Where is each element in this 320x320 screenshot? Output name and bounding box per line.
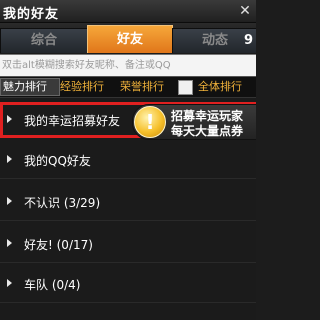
tab-overview[interactable]: 综合	[0, 28, 88, 53]
group-team[interactable]: 车队 (0/4)	[0, 266, 256, 303]
tab-friends-label: 好友	[116, 32, 143, 47]
tab-activity[interactable]: 动态 9	[172, 28, 256, 53]
search-input[interactable]	[2, 57, 252, 73]
activity-count-badge: 9	[243, 33, 253, 48]
recruit-promo-badge[interactable]: ! 招募幸运玩家 每天大量点券	[132, 104, 256, 140]
friends-panel: 我的好友 ✕ 综合 好友 动态 9 魅力排行 经验排行 荣誉排行 全体排行 我的…	[0, 0, 256, 320]
expand-arrow-icon	[7, 239, 12, 247]
group-friends[interactable]: 好友! (0/17)	[0, 226, 256, 263]
charm-rank-button[interactable]: 魅力排行	[0, 78, 60, 96]
ranking-bar: 魅力排行 经验排行 荣誉排行 全体排行	[0, 77, 256, 98]
window-title: 我的好友	[3, 7, 60, 22]
group-strangers[interactable]: 不认识 (3/29)	[0, 184, 256, 221]
all-rank-button[interactable]: 全体排行	[196, 79, 244, 95]
group-label: 车队 (0/4)	[24, 278, 81, 292]
close-icon[interactable]: ✕	[236, 0, 254, 22]
tab-activity-label: 动态	[201, 33, 228, 48]
expand-arrow-icon	[7, 279, 12, 287]
expand-arrow-icon	[7, 155, 12, 163]
exclamation-mark: !	[145, 110, 155, 134]
expand-arrow-icon	[7, 115, 12, 123]
all-rank-checkbox[interactable]	[178, 80, 193, 95]
tab-overview-label: 综合	[30, 33, 57, 48]
search-bar	[0, 54, 256, 77]
honor-rank-button[interactable]: 荣誉排行	[118, 79, 166, 95]
group-label: 不认识 (3/29)	[24, 196, 101, 210]
group-label: 我的幸运招募好友	[24, 114, 121, 128]
title-bar: 我的好友 ✕	[0, 0, 256, 23]
tab-bar: 综合 好友 动态 9	[0, 23, 256, 53]
exp-rank-button[interactable]: 经验排行	[58, 79, 106, 95]
group-label: 好友! (0/17)	[24, 238, 93, 252]
group-qq-friends[interactable]: 我的QQ好友	[0, 142, 256, 179]
expand-arrow-icon	[7, 197, 12, 205]
recruit-text-line2: 每天大量点券	[171, 124, 244, 138]
tab-friends[interactable]: 好友	[87, 25, 173, 53]
group-label: 我的QQ好友	[24, 154, 91, 168]
exclamation-icon: !	[134, 106, 166, 138]
